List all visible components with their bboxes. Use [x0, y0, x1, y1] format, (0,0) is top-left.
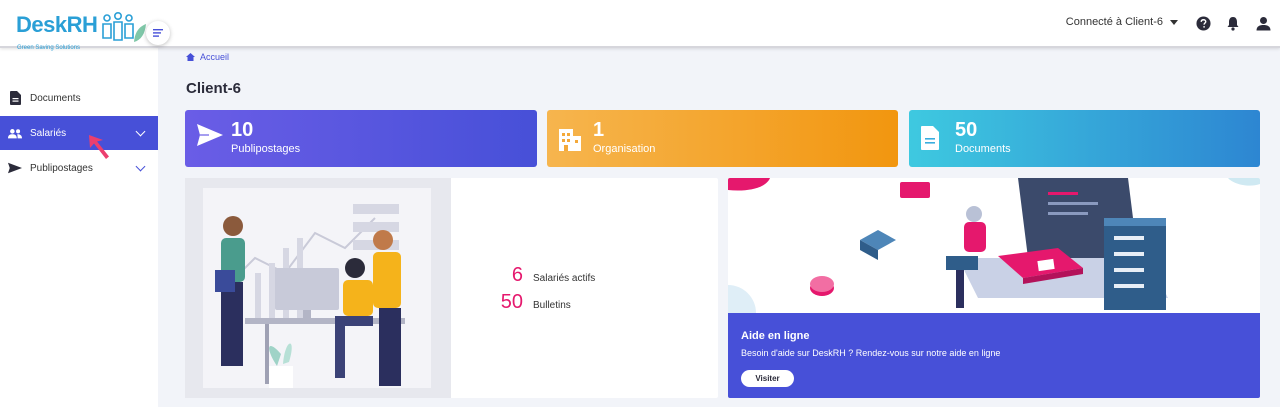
- notifications-button[interactable]: [1224, 14, 1242, 32]
- stat-value: 10: [231, 119, 254, 141]
- sidebar-item-documents[interactable]: Documents: [0, 81, 158, 115]
- account-label: Connecté à Client-6: [1065, 16, 1163, 28]
- chevron-down-icon: [135, 161, 146, 172]
- stat-label: Publipostages: [231, 143, 301, 155]
- help-text: Besoin d'aide sur DeskRH ? Rendez-vous s…: [741, 348, 1001, 358]
- top-header: DeskRH Green Saving Solutions Connecté à…: [0, 0, 1280, 51]
- bell-icon: [1227, 16, 1239, 31]
- logo-tagline: Green Saving Solutions: [17, 45, 81, 51]
- account-dropdown[interactable]: Connecté à Client-6: [1066, 16, 1178, 28]
- stat-label: Organisation: [593, 143, 656, 155]
- kpi-bulletins: 50 Bulletins: [481, 291, 571, 314]
- stat-label: Documents: [955, 143, 1011, 155]
- stat-card-documents[interactable]: 50 Documents: [909, 110, 1260, 167]
- menu-icon: [153, 29, 163, 37]
- logo[interactable]: DeskRH Green Saving Solutions: [16, 12, 147, 51]
- stat-card-organisation[interactable]: 1 Organisation: [547, 110, 898, 167]
- breadcrumb-home: Accueil: [200, 52, 230, 62]
- help-icon: [1195, 15, 1211, 31]
- sidebar-item-label: Documents: [30, 92, 81, 104]
- kpi-label: Salariés actifs: [533, 273, 596, 284]
- help-banner: Aide en ligne Besoin d'aide sur DeskRH ?…: [728, 313, 1260, 398]
- caret-down-icon: [1170, 19, 1178, 25]
- user-icon: [1256, 16, 1270, 30]
- overview-panel: 6 Salariés actifs 50 Bulletins: [185, 178, 718, 398]
- help-button[interactable]: [1194, 14, 1212, 32]
- send-icon: [8, 161, 22, 175]
- sidebar-toggle-button[interactable]: [146, 21, 170, 45]
- sidebar-item-publipostages[interactable]: Publipostages: [0, 151, 158, 185]
- kpi-value: 6: [511, 264, 523, 286]
- sidebar-item-label: Publipostages: [30, 162, 93, 174]
- office-illustration: [185, 178, 451, 398]
- breadcrumb[interactable]: Accueil: [186, 52, 229, 62]
- home-icon: [186, 53, 195, 61]
- page-title: Client-6: [186, 80, 242, 97]
- help-panel: Aide en ligne Besoin d'aide sur DeskRH ?…: [728, 178, 1260, 398]
- help-illustration: [728, 178, 1260, 341]
- kpi-value: 50: [500, 291, 523, 313]
- kpi-salaries-actifs: 6 Salariés actifs: [481, 264, 595, 287]
- sidebar: Documents Salariés Publipostages: [0, 48, 158, 407]
- document-icon: [8, 91, 22, 105]
- logo-figures-icon: [102, 12, 147, 42]
- building-icon: [559, 129, 581, 151]
- sidebar-item-label: Salariés: [30, 127, 67, 139]
- send-icon: [197, 124, 223, 146]
- stat-value: 1: [593, 119, 605, 141]
- visit-help-button[interactable]: Visiter: [741, 370, 794, 387]
- help-title: Aide en ligne: [741, 330, 810, 342]
- logo-text: DeskRH: [16, 12, 98, 37]
- profile-button[interactable]: [1254, 14, 1272, 32]
- stat-value: 50: [955, 119, 978, 141]
- people-icon: [8, 126, 22, 140]
- document-icon: [921, 126, 939, 150]
- sidebar-item-salaries[interactable]: Salariés: [0, 116, 158, 150]
- kpi-label: Bulletins: [533, 300, 571, 311]
- stat-card-publipostages[interactable]: 10 Publipostages: [185, 110, 537, 167]
- chevron-down-icon: [135, 126, 146, 137]
- main-content: Accueil Client-6 10 Publipostages 1 Orga…: [158, 48, 1280, 407]
